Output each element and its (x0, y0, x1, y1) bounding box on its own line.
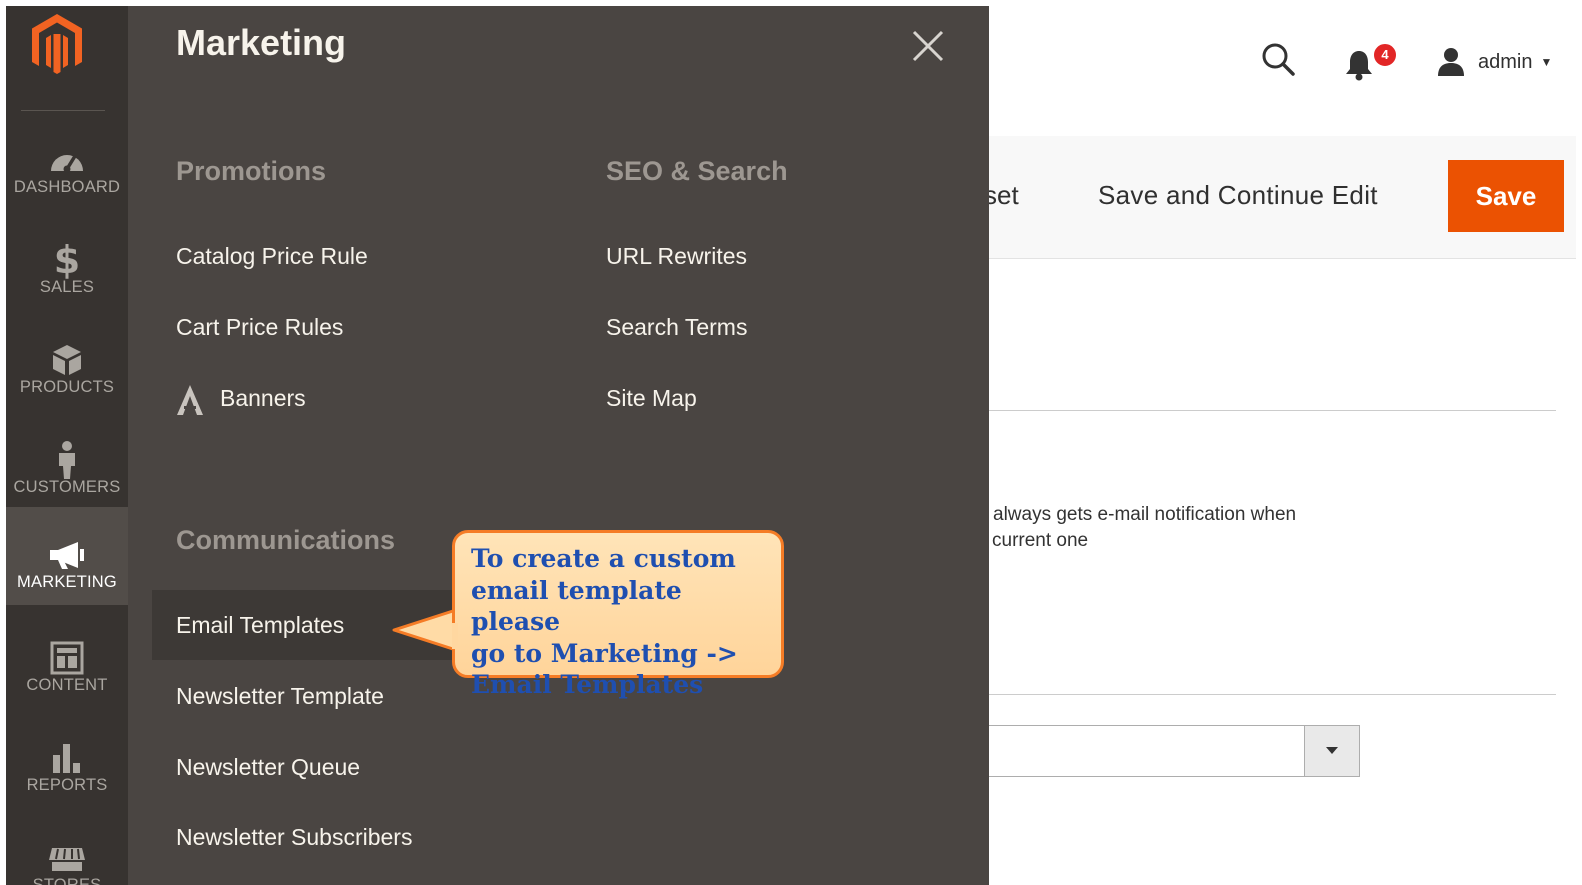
sidebar-item-label: CUSTOMERS (13, 478, 121, 496)
magento-logo-icon[interactable] (26, 10, 88, 80)
dashboard-gauge-icon (47, 140, 87, 180)
menu-item-newsletter-subscribers[interactable]: Newsletter Subscribers (176, 824, 412, 851)
menu-item-catalog-price-rule[interactable]: Catalog Price Rule (176, 243, 368, 270)
sidebar-item-stores[interactable]: STORES (6, 810, 128, 885)
marketing-flyout-menu: Marketing Promotions Catalog Price Rule … (128, 6, 989, 885)
sidebar-item-label: SALES (39, 278, 95, 296)
sidebar-item-label: MARKETING (17, 573, 117, 591)
callout-text: To create a custom email template please… (471, 543, 767, 701)
tutorial-callout: To create a custom email template please… (392, 530, 788, 699)
sidebar-item-label: PRODUCTS (19, 378, 115, 396)
sidebar-item-products[interactable]: PRODUCTS (6, 312, 128, 410)
store-icon (47, 838, 87, 878)
notification-badge: 4 (1372, 42, 1398, 68)
chevron-down-icon[interactable] (1304, 726, 1359, 776)
save-and-continue-button[interactable]: Save and Continue Edit (1098, 180, 1378, 211)
search-icon[interactable] (1261, 42, 1295, 76)
cube-icon (47, 340, 87, 380)
close-icon[interactable] (908, 26, 948, 66)
menu-item-url-rewrites[interactable]: URL Rewrites (606, 243, 747, 270)
sidebar-item-label: CONTENT (26, 676, 108, 694)
field-note: always gets e-mail notification when (993, 504, 1297, 525)
callout-line: go to Marketing -> (471, 638, 738, 668)
dollar-icon: $ (53, 238, 81, 282)
reset-button[interactable]: set (984, 180, 1019, 211)
section-title-seo-search: SEO & Search (606, 156, 788, 186)
admin-sidebar: DASHBOARD $ SALES PRODUCTS CUSTOMERS MAR… (6, 6, 128, 885)
sidebar-item-marketing[interactable]: MARKETING (6, 507, 128, 605)
user-menu[interactable]: admin ▼ (1436, 42, 1576, 82)
section-title-promotions: Promotions (176, 156, 327, 186)
menu-item-site-map[interactable]: Site Map (606, 385, 697, 412)
menu-item-banners[interactable]: Banners (220, 385, 306, 412)
save-button[interactable]: Save (1448, 160, 1564, 232)
sidebar-item-customers[interactable]: CUSTOMERS (6, 412, 128, 510)
megaphone-icon (47, 535, 87, 575)
notifications-button[interactable]: 4 (1344, 42, 1398, 82)
menu-item-cart-price-rules[interactable]: Cart Price Rules (176, 314, 343, 341)
user-name: admin (1478, 50, 1533, 73)
section-divider (986, 410, 1556, 411)
callout-box: To create a custom email template please… (452, 530, 784, 699)
chevron-down-icon: ▼ (1540, 55, 1553, 69)
menu-item-email-templates[interactable]: Email Templates (176, 612, 344, 639)
admin-window: 4 admin ▼ set Save and Continue Edit Sav… (6, 6, 1576, 885)
layout-icon (47, 638, 87, 678)
sidebar-item-label: DASHBOARD (13, 178, 121, 196)
sidebar-item-dashboard[interactable]: DASHBOARD (6, 112, 128, 210)
flyout-title: Marketing (176, 22, 347, 63)
sidebar-item-label: REPORTS (26, 776, 108, 794)
callout-joint (452, 623, 458, 649)
template-select[interactable] (966, 725, 1360, 777)
sidebar-item-label: STORES (32, 876, 102, 885)
user-icon (1438, 48, 1464, 76)
person-icon (47, 440, 87, 480)
section-divider (986, 694, 1556, 695)
banners-icon (175, 384, 205, 416)
menu-item-search-terms[interactable]: Search Terms (606, 314, 747, 341)
field-note: current one (992, 530, 1089, 551)
bar-chart-icon (47, 738, 87, 778)
bell-icon (1346, 51, 1372, 81)
section-title-communications: Communications (176, 525, 396, 555)
callout-line: email template please (471, 575, 682, 637)
sidebar-item-sales[interactable]: $ SALES (6, 212, 128, 310)
sidebar-item-reports[interactable]: REPORTS (6, 710, 128, 808)
callout-line: To create a custom (471, 544, 736, 573)
divider (21, 110, 105, 111)
sidebar-item-content[interactable]: CONTENT (6, 610, 128, 708)
menu-item-newsletter-queue[interactable]: Newsletter Queue (176, 754, 360, 781)
menu-item-newsletter-template[interactable]: Newsletter Template (176, 683, 384, 710)
callout-line: Email Templates (471, 670, 704, 699)
